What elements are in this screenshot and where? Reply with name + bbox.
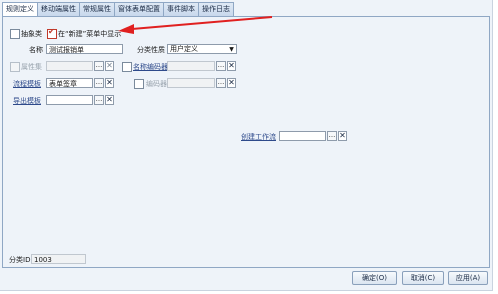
dialog-frame: 规则定义 移动端属性 常规属性 窗体表单配置 事件脚本 操作日志 抽象类 在“新… — [0, 0, 493, 291]
tab-operation-log[interactable]: 操作日志 — [199, 2, 234, 17]
show-in-new-menu-checkbox[interactable] — [47, 27, 57, 39]
encoder-clear-icon[interactable]: ✕ — [227, 78, 236, 88]
abstract-label: 抽象类 — [21, 30, 42, 38]
create-workflow-browse-button[interactable]: ... — [327, 131, 337, 141]
attribute-set-checkbox[interactable] — [10, 62, 20, 72]
attribute-set-field — [46, 61, 93, 71]
name-encoder-field — [167, 61, 215, 71]
encoder-label: 编码器 — [146, 80, 167, 88]
name-encoder-clear-icon[interactable]: ✕ — [227, 61, 236, 71]
process-template-label[interactable]: 流程模板 — [13, 79, 41, 89]
process-template-field[interactable]: 表单签章 — [46, 78, 93, 88]
name-field[interactable]: 测试报销单 — [46, 44, 123, 54]
ok-button[interactable]: 确定(O) — [352, 271, 397, 285]
create-workflow-label[interactable]: 创建工作流 — [241, 132, 276, 142]
process-template-clear-icon[interactable]: ✕ — [105, 78, 114, 88]
name-label: 名称 — [29, 46, 43, 54]
encoder-checkbox[interactable] — [134, 79, 144, 89]
tab-event-script[interactable]: 事件脚本 — [164, 2, 199, 17]
process-template-browse-button[interactable]: ... — [94, 78, 104, 88]
export-template-label[interactable]: 导出模板 — [13, 96, 41, 106]
name-encoder-checkbox[interactable] — [122, 62, 132, 72]
show-in-new-menu-label: 在“新建”菜单中显示 — [58, 30, 122, 38]
encoder-browse-button[interactable]: ... — [216, 78, 226, 88]
tab-general-properties[interactable]: 常规属性 — [80, 2, 115, 17]
attribute-set-clear-icon[interactable]: ✕ — [105, 61, 114, 71]
apply-button[interactable]: 应用(A) — [448, 271, 488, 285]
category-id-field: 1003 — [31, 254, 86, 264]
name-encoder-browse-button[interactable]: ... — [216, 61, 226, 71]
category-nature-label: 分类性质 — [137, 46, 165, 54]
abstract-checkbox[interactable] — [10, 29, 20, 39]
category-id-label: 分类ID — [9, 256, 31, 264]
export-template-field[interactable] — [46, 95, 93, 105]
tab-mobile-properties[interactable]: 移动端属性 — [38, 2, 80, 17]
export-template-browse-button[interactable]: ... — [94, 95, 104, 105]
name-encoder-label[interactable]: 名称编码器 — [133, 62, 168, 72]
export-template-clear-icon[interactable]: ✕ — [105, 95, 114, 105]
create-workflow-clear-icon[interactable]: ✕ — [338, 131, 347, 141]
cancel-button[interactable]: 取消(C) — [402, 271, 444, 285]
category-nature-value: 用户定义 — [170, 45, 198, 53]
encoder-field — [167, 78, 215, 88]
chevron-down-icon: ▼ — [229, 46, 234, 53]
category-nature-select[interactable]: 用户定义 ▼ — [167, 44, 237, 54]
attribute-set-label: 属性集 — [21, 63, 42, 71]
tab-form-config[interactable]: 窗体表单配置 — [115, 2, 164, 17]
tab-bar: 规则定义 移动端属性 常规属性 窗体表单配置 事件脚本 操作日志 — [2, 2, 234, 18]
rule-definition-panel: 抽象类 在“新建”菜单中显示 名称 测试报销单 分类性质 用户定义 ▼ 属性集 … — [2, 16, 490, 268]
attribute-set-browse-button[interactable]: ... — [94, 61, 104, 71]
create-workflow-field[interactable] — [279, 131, 326, 141]
